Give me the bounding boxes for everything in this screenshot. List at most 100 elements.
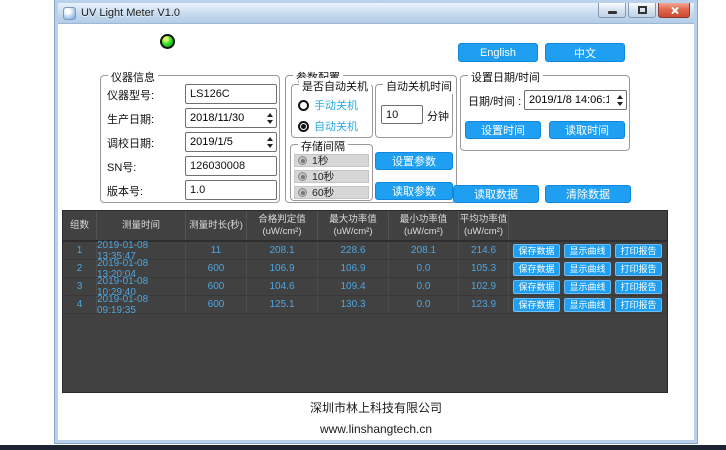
interval-60s-label: 60秒 [312,185,334,200]
close-icon [670,6,679,15]
clear-data-button[interactable]: 清除数据 [545,185,631,203]
chinese-language-button[interactable]: 中文 [545,43,625,62]
english-language-button[interactable]: English [458,43,538,62]
measurement-table: 组数 测量时间 测量时长(秒) 合格判定值(uW/cm²) 最大功率值(uW/c… [62,210,668,393]
print-report-button[interactable]: 打印报告 [615,262,662,276]
radio-disabled-icon [298,172,307,181]
col-max-power: 最大功率值(uW/cm²) [318,211,389,240]
maximize-button[interactable] [628,3,656,18]
show-curve-button[interactable]: 显示曲线 [564,262,611,276]
manual-off-label: 手动关机 [314,97,358,113]
spinner-up-icon[interactable] [267,137,273,141]
radio-unselected-icon[interactable] [298,100,309,111]
interval-1s-label: 1秒 [312,153,328,168]
cell-duration: 600 [186,296,247,313]
radio-selected-icon[interactable] [298,121,309,132]
minimize-icon [608,11,617,14]
row-actions: 保存数据 显示曲线 打印报告 [509,278,667,295]
group-title: 是否自动关机 [299,78,371,94]
calibration-date-input[interactable] [186,136,263,148]
set-params-button[interactable]: 设置参数 [375,152,453,170]
company-name: 深圳市林上科技有限公司 [58,399,694,416]
connection-status-led [160,34,175,49]
read-data-button[interactable]: 读取数据 [453,185,539,203]
cell-duration: 600 [186,278,247,295]
version-field[interactable] [185,180,277,200]
spinner-down-icon[interactable] [617,102,623,106]
cell-min-power: 0.0 [389,296,459,313]
close-button[interactable] [658,3,690,18]
save-data-button[interactable]: 保存数据 [513,262,560,276]
col-qualified-value: 合格判定值(uW/cm²) [247,211,318,240]
cell-measure-time: 2019-01-08 13:35:47 [97,242,186,259]
production-date-input[interactable] [186,112,263,124]
cell-duration: 11 [186,242,247,259]
spinner-down-icon[interactable] [267,120,273,124]
print-report-button[interactable]: 打印报告 [615,298,662,312]
cell-avg-power: 102.9 [459,278,509,295]
save-data-button[interactable]: 保存数据 [513,244,560,258]
row-actions: 保存数据 显示曲线 打印报告 [509,242,667,259]
cell-min-power: 0.0 [389,260,459,277]
cell-group-index: 4 [63,296,97,313]
app-icon [63,7,76,20]
show-curve-button[interactable]: 显示曲线 [564,280,611,294]
auto-off-mode-group: 是否自动关机 手动关机 自动关机 [291,84,373,138]
cell-min-power: 208.1 [389,242,459,259]
show-curve-button[interactable]: 显示曲线 [564,298,611,312]
production-date-spinner[interactable] [185,108,277,128]
storage-interval-group: 存储间隔 1秒 10秒 60秒 [290,144,373,201]
model-field[interactable] [185,84,277,104]
col-avg-power: 平均功率值(uW/cm²) [459,211,509,240]
version-label: 版本号: [107,183,143,199]
read-time-button[interactable]: 读取时间 [549,121,625,139]
desktop: UV Light Meter V1.0 English 中文 仪器信息 仪器型号… [0,0,726,450]
auto-off-minutes-field[interactable] [381,105,423,124]
maximize-icon [638,6,647,14]
instrument-info-group: 仪器信息 仪器型号: 生产日期: 调校日期: [100,75,280,203]
col-measure-time: 测量时间 [97,211,186,240]
spinner-up-icon[interactable] [267,113,273,117]
website-url: www.linshangtech.cn [58,422,694,436]
save-data-button[interactable]: 保存数据 [513,298,560,312]
auto-off-radio[interactable]: 自动关机 [298,118,358,134]
spinner-arrows[interactable] [263,109,276,127]
save-data-button[interactable]: 保存数据 [513,280,560,294]
cell-qualified-value: 208.1 [247,242,318,259]
cell-measure-time: 2019-01-08 10:29:40 [97,278,186,295]
radio-disabled-icon [298,156,307,165]
minimize-button[interactable] [598,3,626,18]
calibration-date-spinner[interactable] [185,132,277,152]
set-time-button[interactable]: 设置时间 [465,121,541,139]
spinner-up-icon[interactable] [617,95,623,99]
row-actions: 保存数据 显示曲线 打印报告 [509,260,667,277]
group-title: 自动关机时间 [383,78,455,94]
manual-off-radio[interactable]: 手动关机 [298,97,358,113]
cell-measure-time: 2019-01-08 13:20:04 [97,260,186,277]
cell-qualified-value: 106.9 [247,260,318,277]
datetime-spinner[interactable] [524,90,627,110]
spinner-arrows[interactable] [263,133,276,151]
interval-10s-radio[interactable]: 10秒 [294,170,369,183]
datetime-input[interactable] [525,94,613,106]
print-report-button[interactable]: 打印报告 [615,280,662,294]
spinner-down-icon[interactable] [267,144,273,148]
group-title: 设置日期/时间 [468,69,543,85]
auto-off-time-group: 自动关机时间 分钟 [375,84,453,138]
titlebar[interactable]: UV Light Meter V1.0 [58,3,694,24]
window-controls [598,3,690,18]
print-report-button[interactable]: 打印报告 [615,244,662,258]
show-curve-button[interactable]: 显示曲线 [564,244,611,258]
model-label: 仪器型号: [107,87,154,103]
interval-60s-radio[interactable]: 60秒 [294,186,369,199]
cell-avg-power: 214.6 [459,242,509,259]
cell-max-power: 109.4 [318,278,389,295]
interval-1s-radio[interactable]: 1秒 [294,154,369,167]
sn-field[interactable] [185,156,277,176]
cell-max-power: 228.6 [318,242,389,259]
spinner-arrows[interactable] [613,91,626,109]
row-actions: 保存数据 显示曲线 打印报告 [509,296,667,313]
cell-avg-power: 123.9 [459,296,509,313]
read-params-button[interactable]: 读取参数 [375,182,453,200]
window-title: UV Light Meter V1.0 [81,7,180,19]
